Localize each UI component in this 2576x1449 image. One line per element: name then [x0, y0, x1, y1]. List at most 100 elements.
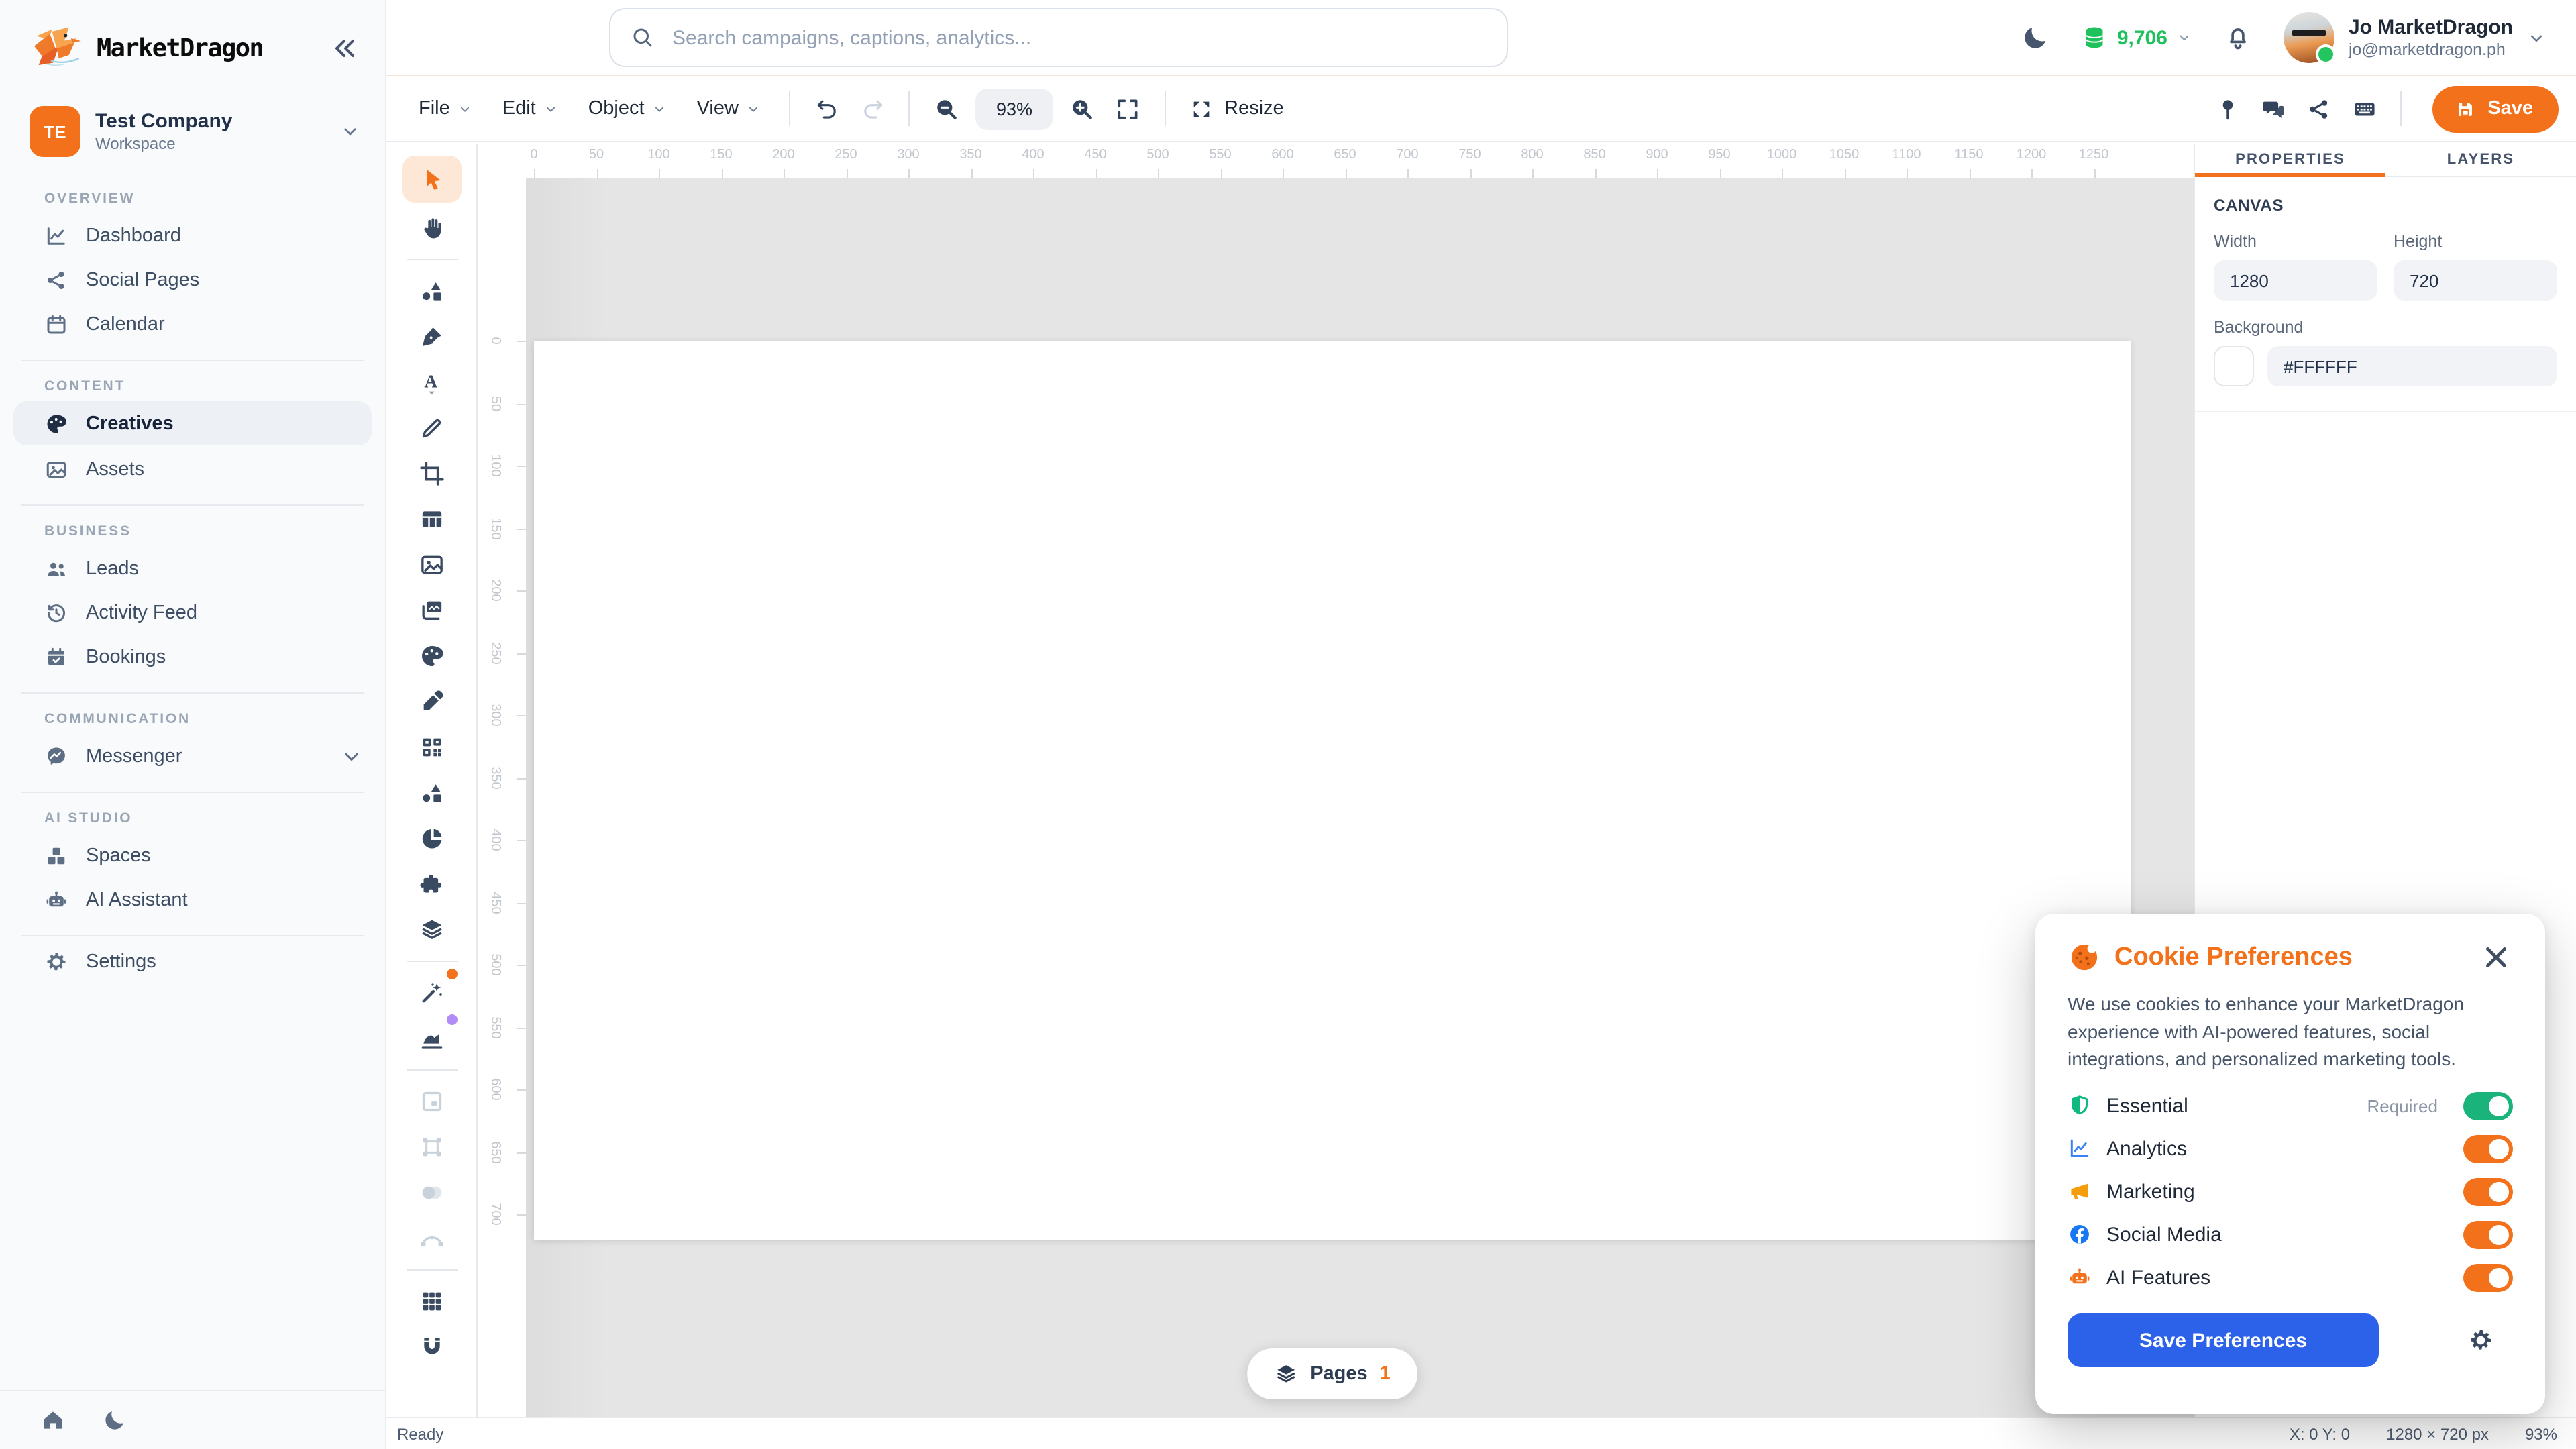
pen-tool[interactable] — [405, 317, 458, 357]
workspace-switcher[interactable]: TE Test Company Workspace — [0, 89, 385, 173]
image-tool[interactable] — [405, 545, 458, 585]
home-icon[interactable] — [40, 1407, 66, 1433]
sidebar-item-messenger[interactable]: Messenger — [0, 734, 385, 778]
menu-view[interactable]: View — [682, 87, 776, 130]
sidebar-item-ai-assistant[interactable]: AI Assistant — [0, 877, 385, 922]
ruler-tick — [1407, 169, 1409, 178]
sidebar-item-spaces[interactable]: Spaces — [0, 833, 385, 877]
chevron-down-icon — [653, 101, 667, 116]
ruler-number: 250 — [488, 641, 502, 664]
close-icon[interactable] — [2479, 941, 2513, 974]
sidebar: MarketDragon TE Test Company Workspace O… — [0, 0, 386, 1449]
resize-icon — [1189, 97, 1212, 120]
canvas-width-input[interactable] — [2214, 260, 2377, 301]
canvas-height-input[interactable] — [2394, 260, 2557, 301]
nav-section-label: COMMUNICATION — [44, 711, 191, 727]
magic-wand-tool[interactable] — [405, 969, 458, 1013]
sidebar-item-label: AI Assistant — [86, 889, 188, 910]
notifications-bell-icon[interactable] — [2224, 23, 2253, 52]
sidebar-item-creatives[interactable]: Creatives — [13, 401, 372, 445]
qr-code-tool[interactable] — [405, 727, 458, 767]
layers-tool[interactable] — [405, 910, 458, 950]
sidebar-collapse-icon[interactable] — [329, 32, 361, 64]
ruler-number: 550 — [1209, 148, 1232, 162]
pencil-tool[interactable] — [405, 408, 458, 448]
design-canvas[interactable] — [534, 341, 2131, 1240]
fullscreen-button[interactable] — [1105, 86, 1150, 131]
auto-trace-tool[interactable] — [405, 1014, 458, 1059]
grid-toggle-tool[interactable] — [405, 1281, 458, 1322]
shortcuts-button[interactable] — [2341, 86, 2387, 131]
credits-menu[interactable]: 9,706 — [2081, 24, 2193, 51]
gallery-tool[interactable] — [405, 590, 458, 631]
menu-file[interactable]: File — [404, 87, 488, 130]
sidebar-item-settings[interactable]: Settings — [0, 939, 385, 983]
toggle-marketing[interactable] — [2463, 1177, 2513, 1206]
sidebar-item-bookings[interactable]: Bookings — [0, 635, 385, 679]
zoom-out-button[interactable] — [924, 86, 969, 131]
table-tool[interactable] — [405, 499, 458, 539]
keyboard-icon — [2351, 96, 2377, 121]
sidebar-item-activity-feed[interactable]: Activity Feed — [0, 590, 385, 635]
select-tool[interactable] — [402, 156, 461, 203]
background-color-input[interactable] — [2267, 346, 2557, 386]
sidebar-item-assets[interactable]: Assets — [0, 447, 385, 491]
elements-tool[interactable] — [405, 773, 458, 813]
redo-button[interactable] — [850, 86, 896, 131]
plugin-tool[interactable] — [405, 864, 458, 904]
dialog-title: Cookie Preferences — [2114, 943, 2353, 971]
shapes-icon — [418, 278, 445, 305]
toggle-analytics[interactable] — [2463, 1134, 2513, 1163]
shapes-tool[interactable] — [405, 271, 458, 311]
canvas-scroll-area[interactable]: Pages 1 — [526, 178, 2194, 1417]
sidebar-item-label: Bookings — [86, 646, 166, 667]
global-search[interactable] — [609, 8, 1508, 67]
tips-button[interactable] — [2204, 86, 2250, 131]
toggle-social-media[interactable] — [2463, 1220, 2513, 1249]
menu-object[interactable]: Object — [574, 87, 682, 130]
layers-icon — [418, 916, 445, 943]
ruler-tick — [517, 840, 526, 841]
menubar-right: Save — [2204, 85, 2559, 132]
status-text: Ready — [397, 1424, 444, 1443]
ruler-number: 400 — [1022, 148, 1044, 162]
pages-button[interactable]: Pages 1 — [1247, 1348, 1417, 1399]
eyedropper-tool[interactable] — [405, 682, 458, 722]
ruler-tick — [846, 169, 847, 178]
sidebar-item-social-pages[interactable]: Social Pages — [0, 258, 385, 302]
comments-button[interactable] — [2250, 86, 2296, 131]
resize-button[interactable]: Resize — [1179, 89, 1295, 128]
share-button[interactable] — [2296, 86, 2341, 131]
panel-tabs: PROPERTIES LAYERS — [2195, 144, 2576, 177]
ruler-tick — [517, 341, 526, 342]
gear-icon[interactable] — [2467, 1327, 2494, 1354]
undo-button[interactable] — [804, 86, 850, 131]
dark-mode-icon[interactable] — [2021, 23, 2050, 52]
toggle-ai-features[interactable] — [2463, 1263, 2513, 1292]
snap-toggle-tool[interactable] — [405, 1327, 458, 1367]
tab-properties[interactable]: PROPERTIES — [2195, 144, 2385, 177]
save-preferences-button[interactable]: Save Preferences — [2068, 1313, 2379, 1368]
palette-tool[interactable] — [405, 636, 458, 676]
credits-count: 9,706 — [2116, 26, 2167, 49]
background-color-swatch[interactable] — [2214, 346, 2254, 386]
tab-layers[interactable]: LAYERS — [2385, 144, 2576, 176]
zoom-in-button[interactable] — [1059, 86, 1105, 131]
user-name: Jo MarketDragon — [2348, 16, 2513, 39]
sidebar-item-leads[interactable]: Leads — [0, 546, 385, 590]
save-button[interactable]: Save — [2432, 85, 2559, 132]
search-input[interactable] — [669, 25, 1487, 50]
crop-tool[interactable] — [405, 453, 458, 494]
sidebar-nav: OVERVIEW Dashboard Social Pages Calendar CON… — [0, 173, 385, 1390]
user-menu[interactable]: Jo MarketDragon jo@marketdragon.ph — [2284, 12, 2546, 64]
sidebar-item-calendar[interactable]: Calendar — [0, 302, 385, 346]
menu-edit[interactable]: Edit — [488, 87, 574, 130]
toggle-essential[interactable] — [2463, 1091, 2513, 1120]
chart-tool[interactable] — [405, 818, 458, 859]
hand-tool[interactable] — [405, 208, 458, 248]
ruler-tick — [1844, 169, 1845, 178]
text-tool[interactable]: A — [405, 362, 458, 402]
moon-icon[interactable] — [102, 1407, 127, 1433]
zoom-level[interactable]: 93% — [975, 88, 1053, 129]
sidebar-item-dashboard[interactable]: Dashboard — [0, 213, 385, 258]
